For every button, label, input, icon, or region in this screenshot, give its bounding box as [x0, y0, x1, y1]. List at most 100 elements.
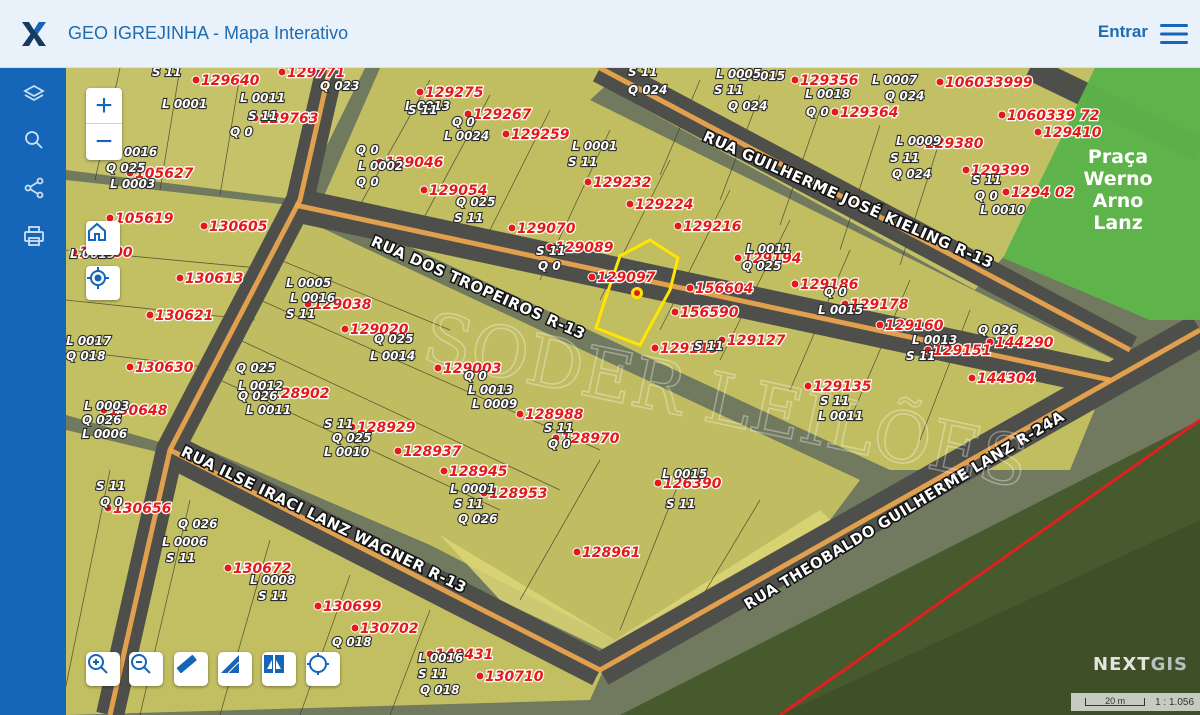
- zoom-out-box-icon[interactable]: [129, 652, 163, 686]
- block-label: L 0014: [370, 349, 415, 363]
- lot-marker[interactable]: [175, 273, 185, 283]
- block-label: L 0001: [450, 482, 495, 496]
- block-label: S 11: [166, 551, 196, 565]
- search-icon[interactable]: [20, 126, 48, 154]
- login-button[interactable]: Entrar: [1098, 22, 1148, 42]
- brand-text: NEXT: [1093, 654, 1151, 675]
- block-label: Q 0: [356, 143, 379, 157]
- map-view[interactable]: Praça Werno Arno Lanz RUA GUILHERME JOSÉ…: [66, 68, 1200, 715]
- lot-marker[interactable]: [393, 446, 403, 456]
- block-label: Q 026: [178, 517, 217, 531]
- scale-length: 20 m: [1085, 697, 1146, 706]
- block-label: Q 026: [82, 413, 121, 427]
- lot-marker[interactable]: [191, 75, 201, 85]
- lot-marker[interactable]: [340, 324, 350, 334]
- block-label: S 11: [454, 497, 484, 511]
- block-label: Q 0: [230, 125, 253, 139]
- block-label: Q 025: [106, 161, 145, 175]
- lot-marker[interactable]: [803, 381, 813, 391]
- lot-id-label: 128937: [403, 444, 462, 460]
- lot-marker[interactable]: [830, 107, 840, 117]
- x-logo-icon[interactable]: [0, 0, 68, 68]
- lot-marker[interactable]: [587, 272, 597, 282]
- print-icon[interactable]: [20, 222, 48, 250]
- lot-marker[interactable]: [501, 129, 511, 139]
- block-label: L 0006: [82, 427, 127, 441]
- lot-id-label: 129232: [593, 175, 651, 191]
- block-label: Q 024: [628, 83, 667, 97]
- lot-marker[interactable]: [670, 307, 680, 317]
- lot-marker[interactable]: [419, 185, 429, 195]
- lot-marker[interactable]: [313, 601, 323, 611]
- praca-label-2: Werno: [1083, 168, 1152, 190]
- locate-icon[interactable]: [86, 266, 120, 300]
- block-label: Q 026: [458, 512, 497, 526]
- lot-marker[interactable]: [875, 320, 885, 330]
- lot-id-label: 106033999: [945, 75, 1033, 91]
- lot-id-label: 130630: [135, 360, 194, 376]
- lot-id-label: 129640: [201, 73, 260, 89]
- share-icon[interactable]: [20, 174, 48, 202]
- lot-id-label: 128945: [449, 464, 508, 480]
- lot-marker[interactable]: [967, 373, 977, 383]
- lot-marker[interactable]: [1033, 127, 1043, 137]
- gps-icon[interactable]: [306, 652, 340, 686]
- block-label: Q 024: [885, 89, 924, 103]
- lot-marker[interactable]: [415, 87, 425, 97]
- hamburger-menu-icon[interactable]: [1158, 20, 1190, 48]
- lot-marker[interactable]: [650, 343, 660, 353]
- lot-id-label: 129160: [885, 318, 944, 334]
- block-label: L 0010: [980, 203, 1025, 217]
- lot-marker[interactable]: [653, 478, 663, 488]
- lot-marker[interactable]: [790, 75, 800, 85]
- lot-marker[interactable]: [439, 466, 449, 476]
- lot-id-label: 129267: [473, 107, 532, 123]
- block-label: S 11: [96, 479, 126, 493]
- lot-marker[interactable]: [223, 563, 233, 573]
- measure-distance-icon[interactable]: [174, 652, 208, 686]
- home-icon[interactable]: [86, 221, 120, 255]
- lot-id-label: 130621: [155, 308, 213, 324]
- lot-marker[interactable]: [277, 68, 287, 77]
- lot-marker[interactable]: [961, 165, 971, 175]
- lot-marker[interactable]: [125, 362, 135, 372]
- lot-marker[interactable]: [199, 221, 209, 231]
- block-label: Q 0: [548, 437, 571, 451]
- praca-label-4: Lanz: [1093, 212, 1143, 234]
- lot-marker[interactable]: [685, 283, 695, 293]
- lot-marker[interactable]: [572, 547, 582, 557]
- lot-marker[interactable]: [673, 221, 683, 231]
- block-label: L 0011: [246, 403, 291, 417]
- lot-marker[interactable]: [733, 253, 743, 263]
- praca-label-3: Arno: [1093, 190, 1144, 212]
- lot-marker[interactable]: [507, 223, 517, 233]
- zoom-in-box-icon[interactable]: [86, 652, 120, 686]
- block-label: Q 025: [456, 195, 495, 209]
- lot-marker[interactable]: [625, 199, 635, 209]
- lot-marker[interactable]: [790, 279, 800, 289]
- measure-area-icon[interactable]: [218, 652, 252, 686]
- lot-marker[interactable]: [475, 671, 485, 681]
- lot-marker[interactable]: [515, 409, 525, 419]
- block-label: L 0011: [746, 242, 791, 256]
- lot-id-label: 129216: [683, 219, 742, 235]
- praca-label-1: Praça: [1088, 146, 1148, 168]
- lot-id-label: 129224: [635, 197, 693, 213]
- lot-id-label: 129410: [1043, 125, 1102, 141]
- lot-marker[interactable]: [1001, 187, 1011, 197]
- lot-marker[interactable]: [433, 363, 443, 373]
- layers-icon[interactable]: [20, 80, 48, 108]
- lot-id-label: 144290: [995, 335, 1054, 351]
- compare-icon[interactable]: [262, 652, 296, 686]
- lot-id-label: 129070: [517, 221, 576, 237]
- lot-marker[interactable]: [935, 77, 945, 87]
- top-bar: GEO IGREJINHA - Mapa Interativo Entrar: [0, 0, 1200, 68]
- lot-marker[interactable]: [145, 310, 155, 320]
- zoom-in-button[interactable]: +: [86, 88, 122, 124]
- lot-id-label: 129259: [511, 127, 570, 143]
- lot-marker[interactable]: [997, 110, 1007, 120]
- zoom-out-button[interactable]: −: [86, 124, 122, 160]
- lot-marker[interactable]: [583, 177, 593, 187]
- lot-marker[interactable]: [350, 623, 360, 633]
- block-label: S 11: [152, 68, 182, 79]
